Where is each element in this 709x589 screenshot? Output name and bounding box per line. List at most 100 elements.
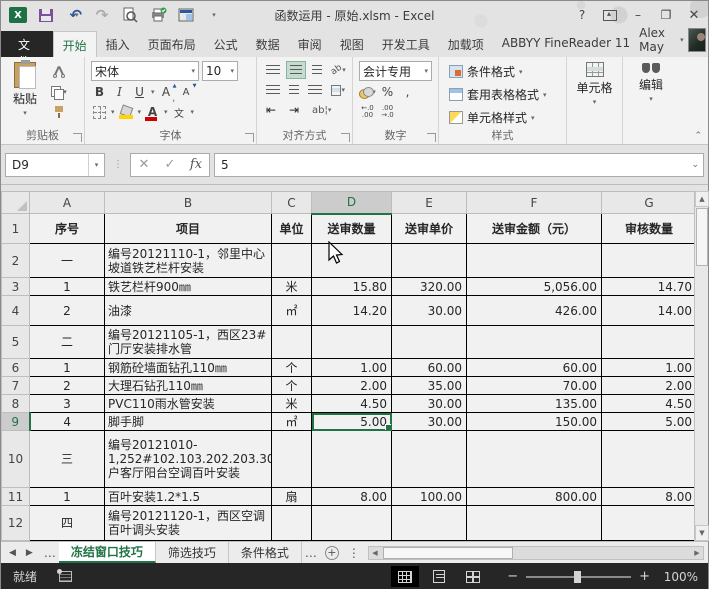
column-header-B[interactable]: B xyxy=(105,192,272,214)
phonetic-guide-button[interactable]: 文 xyxy=(171,103,188,121)
paste-button[interactable]: 粘贴 ▾ xyxy=(3,59,47,127)
number-format-combo[interactable]: 会计专用▾ xyxy=(359,61,432,81)
cell-F10[interactable] xyxy=(467,431,602,488)
cell-D2[interactable] xyxy=(312,244,392,278)
cell-G3[interactable]: 14.70 xyxy=(602,278,697,296)
cell-E4[interactable]: 30.00 xyxy=(392,296,467,326)
cell-C4[interactable]: ㎡ xyxy=(272,296,312,326)
cell-G6[interactable]: 1.00 xyxy=(602,359,697,377)
cell-A5[interactable]: 二 xyxy=(30,326,105,359)
cut-button[interactable] xyxy=(49,63,69,80)
macro-record-icon[interactable] xyxy=(59,571,72,582)
cell-D8[interactable]: 4.50 xyxy=(312,395,392,413)
cell-F7[interactable]: 70.00 xyxy=(467,377,602,395)
increase-decimal-button[interactable]: ←.0.00 xyxy=(359,103,376,121)
font-name-combo[interactable]: 宋体▾ xyxy=(91,61,199,81)
name-box-dropdown-icon[interactable]: ▾ xyxy=(88,154,104,176)
cell-A1[interactable]: 序号 xyxy=(30,214,105,244)
row-header-9[interactable]: 9 xyxy=(2,413,30,431)
cell-D10[interactable] xyxy=(312,431,392,488)
ribbon-display-options-button[interactable] xyxy=(596,4,624,26)
tab-abbyy[interactable]: ABBYY FineReader 11 xyxy=(493,31,639,57)
tab-view[interactable]: 视图 xyxy=(331,31,373,57)
cell-F2[interactable] xyxy=(467,244,602,278)
bottom-align-button[interactable] xyxy=(309,61,325,79)
center-button[interactable] xyxy=(286,81,302,99)
cell-C7[interactable]: 个 xyxy=(272,377,312,395)
cell-C3[interactable]: 米 xyxy=(272,278,312,296)
clipboard-dialog-launcher[interactable] xyxy=(73,133,82,142)
row-header-12[interactable]: 12 xyxy=(2,506,30,541)
cell-G12[interactable] xyxy=(602,506,697,541)
column-header-F[interactable]: F xyxy=(467,192,602,214)
print-preview-button[interactable] xyxy=(121,6,139,24)
undo-dropdown-icon[interactable]: ▾ xyxy=(75,11,79,19)
percent-style-button[interactable]: % xyxy=(379,83,396,101)
cell-A7[interactable]: 2 xyxy=(30,377,105,395)
cell-B12[interactable]: 编号20121120-1，西区空调百叶调头安装 xyxy=(105,506,272,541)
cell-E7[interactable]: 35.00 xyxy=(392,377,467,395)
expand-formula-bar-icon[interactable]: ⌄ xyxy=(691,160,699,170)
tab-page-layout[interactable]: 页面布局 xyxy=(139,31,205,57)
vertical-scrollbar-thumb[interactable] xyxy=(696,208,708,266)
cell-G10[interactable] xyxy=(602,431,697,488)
decrease-indent-button[interactable] xyxy=(263,101,283,119)
borders-button[interactable] xyxy=(91,103,108,121)
scroll-down-button[interactable]: ▼ xyxy=(695,525,709,541)
zoom-level[interactable]: 100% xyxy=(656,570,698,584)
cell-D7[interactable]: 2.00 xyxy=(312,377,392,395)
enter-button[interactable]: ✓ xyxy=(157,154,183,176)
row-header-3[interactable]: 3 xyxy=(2,278,30,296)
tab-formulas[interactable]: 公式 xyxy=(205,31,247,57)
cell-G7[interactable]: 2.00 xyxy=(602,377,697,395)
underline-dropdown-icon[interactable]: ▾ xyxy=(151,88,155,96)
page-layout-view-button[interactable] xyxy=(425,566,453,587)
cell-D9[interactable]: 5.00 xyxy=(312,413,392,431)
cell-B11[interactable]: 百叶安装1.2*1.5 xyxy=(105,488,272,506)
cell-D4[interactable]: 14.20 xyxy=(312,296,392,326)
cell-E6[interactable]: 60.00 xyxy=(392,359,467,377)
cell-F5[interactable] xyxy=(467,326,602,359)
row-header-1[interactable]: 1 xyxy=(2,214,30,244)
alignment-dialog-launcher[interactable] xyxy=(341,133,350,142)
column-header-D[interactable]: D xyxy=(312,192,392,214)
zoom-out-button[interactable]: − xyxy=(507,569,518,584)
merge-center-button[interactable]: ▾ xyxy=(328,81,348,99)
increase-indent-button[interactable] xyxy=(286,101,306,119)
minimize-button[interactable]: – xyxy=(624,4,652,26)
formula-bar-grip[interactable]: ⋮ xyxy=(109,159,126,170)
page-break-view-button[interactable] xyxy=(459,566,487,587)
shrink-font-button[interactable]: A xyxy=(178,83,195,101)
qat-customize-dropdown[interactable]: ▾ xyxy=(205,6,223,24)
tab-insert[interactable]: 插入 xyxy=(97,31,139,57)
editing-button[interactable]: 编辑 ▾ xyxy=(629,59,673,127)
cell-B2[interactable]: 编号20121110-1，邻里中心坡道铁艺栏杆安装 xyxy=(105,244,272,278)
cell-G2[interactable] xyxy=(602,244,697,278)
cell-F12[interactable] xyxy=(467,506,602,541)
cell-A3[interactable]: 1 xyxy=(30,278,105,296)
scroll-left-button[interactable]: ◀ xyxy=(369,547,381,559)
row-header-4[interactable]: 4 xyxy=(2,296,30,326)
tab-developer[interactable]: 开发工具 xyxy=(373,31,439,57)
cell-E2[interactable] xyxy=(392,244,467,278)
cell-C8[interactable]: 米 xyxy=(272,395,312,413)
cell-C2[interactable] xyxy=(272,244,312,278)
cell-C5[interactable] xyxy=(272,326,312,359)
normal-view-button[interactable] xyxy=(391,566,419,587)
paste-dropdown-icon[interactable]: ▾ xyxy=(23,109,27,117)
collapse-ribbon-button[interactable]: ⌃ xyxy=(694,131,702,141)
cell-G9[interactable]: 5.00 xyxy=(602,413,697,431)
tab-home[interactable]: 开始 xyxy=(53,31,97,57)
cell-B1[interactable]: 项目 xyxy=(105,214,272,244)
tab-file[interactable]: 文件 xyxy=(1,31,53,57)
form-button[interactable] xyxy=(177,6,195,24)
sheet-more-left[interactable]: … xyxy=(41,546,59,560)
font-dialog-launcher[interactable] xyxy=(245,133,254,142)
row-header-11[interactable]: 11 xyxy=(2,488,30,506)
copy-button[interactable]: ▾ xyxy=(49,83,69,100)
sheet-tab-filter[interactable]: 筛选技巧 xyxy=(156,542,229,563)
insert-function-button[interactable]: fx xyxy=(183,154,209,176)
sheet-nav-left-icon[interactable]: ◀ xyxy=(5,548,20,558)
italic-button[interactable]: I xyxy=(111,83,128,101)
save-button[interactable] xyxy=(37,6,55,24)
